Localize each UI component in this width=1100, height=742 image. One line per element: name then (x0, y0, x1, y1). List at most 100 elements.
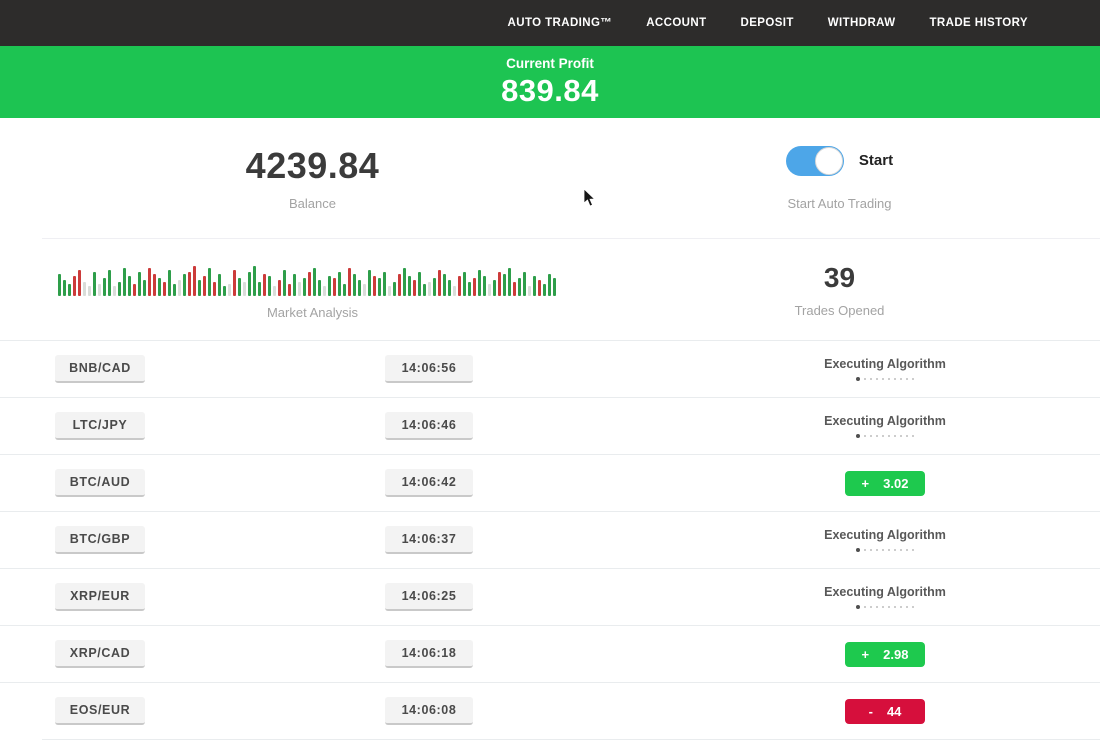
nav-item-deposit[interactable]: DEPOSIT (741, 17, 794, 29)
progress-dot (888, 606, 890, 608)
market-bar (458, 276, 461, 296)
trade-status: Executing Algorithm (670, 357, 1100, 381)
market-bar (398, 274, 401, 296)
market-bar (243, 282, 246, 296)
market-bar (178, 280, 181, 296)
market-bar (238, 278, 241, 296)
nav-item-account[interactable]: ACCOUNT (646, 17, 706, 29)
market-bar (188, 272, 191, 296)
market-bar (68, 284, 71, 296)
progress-dot (906, 435, 908, 437)
market-bar (298, 282, 301, 296)
balance-value: 4239.84 (246, 145, 380, 187)
current-profit-banner: Current Profit 839.84 (0, 46, 1100, 118)
market-bar (168, 270, 171, 296)
auto-trading-toggle[interactable] (786, 146, 844, 176)
market-bar (83, 282, 86, 296)
market-bar (278, 280, 281, 296)
market-bar (513, 282, 516, 296)
progress-dots (856, 548, 914, 552)
market-analysis-label: Market Analysis (267, 305, 358, 320)
market-bar (198, 280, 201, 296)
nav-item-trade-history[interactable]: TRADE HISTORY (930, 17, 1029, 29)
progress-dot (856, 605, 860, 609)
pair-badge: XRP/CAD (55, 640, 145, 668)
market-bar (383, 272, 386, 296)
market-bar (413, 280, 416, 296)
progress-dot (864, 549, 866, 551)
market-bar (283, 270, 286, 296)
top-navigation: AUTO TRADING™ ACCOUNT DEPOSIT WITHDRAW TRADE… (0, 0, 1100, 46)
progress-dot (900, 549, 902, 551)
market-bar (368, 270, 371, 296)
market-bar (103, 278, 106, 296)
progress-dot (870, 378, 872, 380)
time-badge: 14:06:46 (385, 412, 473, 440)
market-bar (443, 274, 446, 296)
time-badge: 14:06:56 (385, 355, 473, 383)
market-bar (118, 282, 121, 296)
stats-section: 4239.84 Balance Start Start Auto Trading (0, 118, 1100, 238)
market-bar (353, 274, 356, 296)
market-bar (88, 286, 91, 296)
current-profit-label: Current Profit (506, 56, 594, 71)
progress-dot (876, 378, 878, 380)
market-bar (288, 284, 291, 296)
progress-dot (906, 549, 908, 551)
pair-badge: BTC/GBP (55, 526, 145, 554)
market-bar (543, 284, 546, 296)
time-badge: 14:06:25 (385, 583, 473, 611)
market-bar (148, 268, 151, 296)
market-bar (263, 274, 266, 296)
market-bar (323, 286, 326, 296)
market-bar (343, 284, 346, 296)
market-bar (128, 276, 131, 296)
market-bar (153, 274, 156, 296)
market-bar (218, 274, 221, 296)
progress-dot (856, 548, 860, 552)
progress-dot (876, 606, 878, 608)
trade-status: +3.02 (670, 471, 1100, 496)
market-bar (113, 286, 116, 296)
result-sign: + (862, 476, 870, 491)
nav-item-auto-trading[interactable]: AUTO TRADING™ (508, 17, 613, 29)
result-amount: 44 (887, 704, 901, 719)
market-bar (338, 272, 341, 296)
progress-dot (900, 378, 902, 380)
market-bar (448, 280, 451, 296)
market-bar (463, 272, 466, 296)
toggle-knob-icon (815, 147, 843, 175)
progress-dot (870, 549, 872, 551)
market-bar (358, 280, 361, 296)
toggle-start-label: Start (859, 152, 893, 169)
result-sign: + (862, 647, 870, 662)
market-bar (273, 286, 276, 296)
pair-badge: BNB/CAD (55, 355, 145, 383)
market-bar (123, 268, 126, 296)
progress-dot (882, 435, 884, 437)
progress-dot (894, 435, 896, 437)
progress-dot (888, 435, 890, 437)
market-bar (73, 276, 76, 296)
market-bar (63, 280, 66, 296)
progress-dot (912, 606, 914, 608)
trades-opened-value: 39 (824, 262, 855, 294)
trade-row: BTC/GBP 14:06:37 Executing Algorithm (0, 511, 1100, 568)
market-bar (468, 282, 471, 296)
progress-dots (856, 377, 914, 381)
market-bar (438, 270, 441, 296)
time-badge: 14:06:18 (385, 640, 473, 668)
trade-row: BTC/AUD 14:06:42 +3.02 (0, 454, 1100, 511)
market-bar (308, 272, 311, 296)
progress-dot (876, 549, 878, 551)
market-bar (328, 276, 331, 296)
time-badge: 14:06:37 (385, 526, 473, 554)
executing-algorithm-label: Executing Algorithm (824, 528, 946, 542)
nav-item-withdraw[interactable]: WITHDRAW (828, 17, 896, 29)
market-bar (268, 276, 271, 296)
progress-dot (856, 377, 860, 381)
bottom-divider (42, 739, 1100, 740)
market-bar (98, 284, 101, 296)
market-bar (108, 270, 111, 296)
progress-dot (912, 435, 914, 437)
